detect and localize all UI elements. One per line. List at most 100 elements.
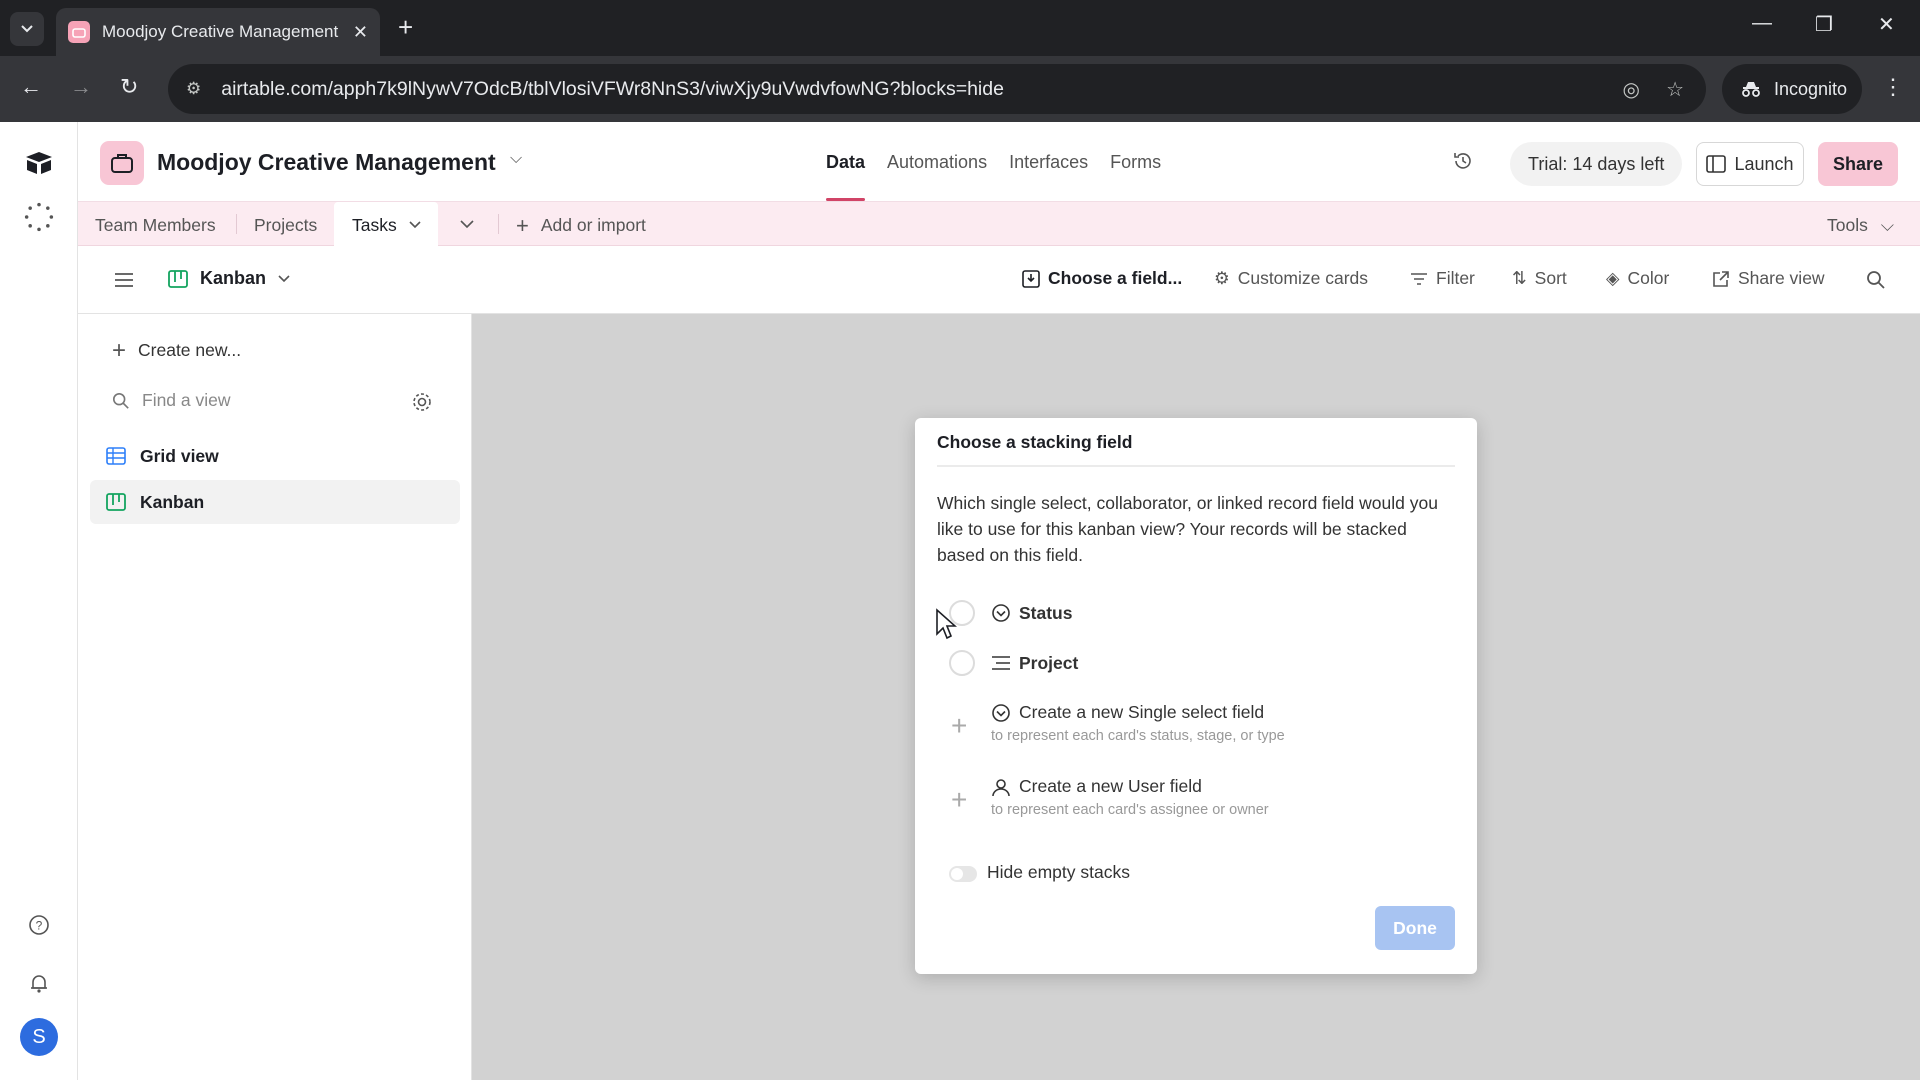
sort-icon: ⇅ <box>1512 268 1527 288</box>
view-name: Kanban <box>200 268 267 288</box>
kanban-icon <box>106 493 126 511</box>
create-single-select-hint: to represent each card's status, stage, … <box>991 728 1285 744</box>
customize-cards-button[interactable]: ⚙ Customize cards <box>1214 268 1368 289</box>
create-single-select-head: Create a new Single select field <box>991 702 1264 723</box>
view-switcher[interactable]: Kanban <box>168 268 290 289</box>
bookmark-star-icon[interactable]: ☆ <box>1666 77 1684 102</box>
dialog-title: Choose a stacking field <box>937 432 1133 452</box>
search-icon[interactable] <box>1866 270 1886 290</box>
done-button[interactable]: Done <box>1375 906 1455 950</box>
field-option-project[interactable]: Project <box>949 650 1078 676</box>
find-view-input[interactable]: Find a view <box>112 390 432 411</box>
help-icon[interactable]: ? <box>24 910 54 940</box>
sort-label: Sort <box>1534 268 1567 288</box>
tab-data[interactable]: Data <box>826 152 866 201</box>
hide-empty-stacks-label: Hide empty stacks <box>987 862 1130 882</box>
settings-gear-icon[interactable] <box>411 391 433 413</box>
choose-field-label: Choose a field... <box>1048 268 1183 288</box>
table-tab-team-members[interactable]: Team Members <box>95 215 216 236</box>
tab-divider <box>236 214 237 234</box>
new-tab-button[interactable]: + <box>398 14 413 40</box>
mouse-cursor-icon <box>936 608 957 640</box>
filter-button[interactable]: Filter <box>1410 268 1475 289</box>
view-sidebar: + Create new... Find a view Grid view Ka… <box>78 314 472 1080</box>
incognito-icon <box>1742 82 1760 97</box>
base-title[interactable]: Moodjoy Creative Management <box>157 149 496 176</box>
single-select-icon <box>992 604 1010 622</box>
sort-button[interactable]: ⇅ Sort <box>1512 268 1567 289</box>
view-item-label: Grid view <box>140 445 219 466</box>
incognito-badge[interactable]: Incognito <box>1722 64 1862 114</box>
color-button[interactable]: ◈ Color <box>1606 268 1669 289</box>
minimize-icon[interactable]: — <box>1752 12 1772 35</box>
create-user-field-label: Create a new User field <box>1019 776 1202 796</box>
share-view-button[interactable]: Share view <box>1712 268 1825 289</box>
plus-icon: + <box>951 710 968 741</box>
create-new-view-button[interactable]: + Create new... <box>112 338 242 362</box>
color-label: Color <box>1627 268 1670 288</box>
tab-forms[interactable]: Forms <box>1110 152 1161 173</box>
view-item-label: Kanban <box>140 491 205 512</box>
site-info-icon[interactable]: ⚙ <box>186 79 201 99</box>
dialog-divider <box>937 465 1455 467</box>
choose-field-button[interactable]: Choose a field... <box>1022 268 1182 289</box>
reload-icon[interactable]: ↻ <box>120 74 138 100</box>
trial-badge[interactable]: Trial: 14 days left <box>1510 142 1683 186</box>
notifications-bell-icon[interactable] <box>24 968 54 998</box>
create-user-field-hint: to represent each card's assignee or own… <box>991 802 1269 818</box>
tools-menu[interactable]: Tools ⌵ <box>1827 215 1894 236</box>
tables-bar: Team Members Projects Tasks + Add or imp… <box>78 202 1920 248</box>
table-tab-projects[interactable]: Projects <box>254 215 317 236</box>
restore-icon[interactable]: ❐ <box>1815 12 1833 37</box>
field-option-status[interactable]: Status <box>949 600 1072 626</box>
import-field-icon <box>1022 269 1040 288</box>
address-bar[interactable]: ⚙ airtable.com/apph7k9lNywV7OdcB/tblVlos… <box>168 64 1706 114</box>
app-header: Moodjoy Creative Management ⌵ Data Autom… <box>78 122 1920 202</box>
app-rail: ? S <box>0 122 78 1080</box>
search-icon <box>112 392 129 409</box>
svg-text:?: ? <box>36 919 43 933</box>
share-button[interactable]: Share <box>1818 142 1898 186</box>
close-window-icon[interactable]: ✕ <box>1878 12 1895 37</box>
base-menu-chevron-icon[interactable]: ⌵ <box>510 150 522 168</box>
add-or-import-button[interactable]: + Add or import <box>516 212 646 238</box>
user-icon <box>992 778 1010 796</box>
hide-empty-stacks-toggle[interactable] <box>949 866 977 882</box>
filter-icon <box>1411 272 1427 285</box>
tab-interfaces[interactable]: Interfaces <box>1009 152 1088 173</box>
omni-loading-icon[interactable] <box>24 202 54 232</box>
history-icon[interactable] <box>1452 150 1474 177</box>
airtable-home-icon[interactable] <box>24 148 54 178</box>
create-new-label: Create new... <box>138 340 242 360</box>
dialog-description: Which single select, collaborator, or li… <box>937 493 1438 565</box>
tracking-eye-off-icon[interactable]: ◎ <box>1623 77 1640 102</box>
top-nav-tabs: Data Automations Interfaces Forms <box>826 152 1161 201</box>
base-icon[interactable] <box>100 141 144 185</box>
table-tab-tasks[interactable]: Tasks <box>334 202 438 248</box>
launch-icon <box>1706 155 1727 173</box>
browser-tabstrip: Moodjoy Creative Management ✕ + — ❐ ✕ <box>0 0 1920 56</box>
forward-icon[interactable]: → <box>70 74 92 100</box>
filter-label: Filter <box>1436 268 1475 288</box>
plus-icon: + <box>516 212 529 238</box>
tab-search-button[interactable] <box>10 12 44 46</box>
status-label: Status <box>1019 602 1073 623</box>
all-tables-chevron-icon[interactable] <box>460 220 474 229</box>
share-view-label: Share view <box>1738 268 1825 288</box>
add-or-import-label: Add or import <box>540 215 646 235</box>
hamburger-menu-icon[interactable] <box>114 272 134 288</box>
view-item-kanban[interactable]: Kanban <box>90 480 460 524</box>
chevron-down-icon <box>278 274 290 282</box>
launch-button[interactable]: Launch <box>1696 142 1804 186</box>
airtable-favicon-icon <box>68 21 90 43</box>
browser-menu-icon[interactable]: ⋮ <box>1882 74 1904 100</box>
back-icon[interactable]: ← <box>20 74 42 100</box>
project-radio[interactable] <box>949 650 975 676</box>
tab-close-icon[interactable]: ✕ <box>353 22 368 43</box>
tab-automations[interactable]: Automations <box>887 152 987 173</box>
browser-tab[interactable]: Moodjoy Creative Management ✕ <box>56 8 380 56</box>
user-avatar[interactable]: S <box>20 1018 58 1056</box>
view-item-grid[interactable]: Grid view <box>90 434 460 478</box>
find-view-placeholder: Find a view <box>142 390 231 410</box>
linked-record-icon <box>992 656 1010 670</box>
